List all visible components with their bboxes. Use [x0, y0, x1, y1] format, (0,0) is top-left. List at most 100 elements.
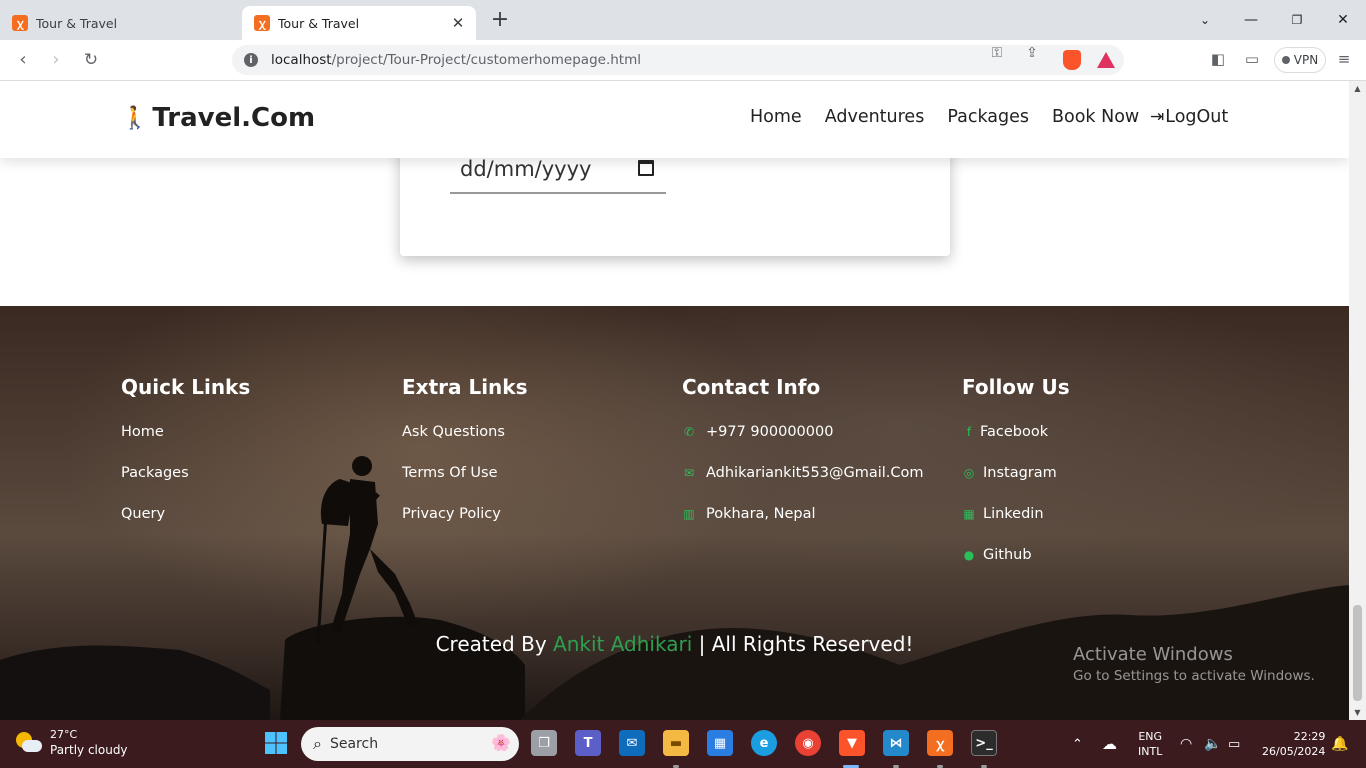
scrollbar-thumb[interactable] [1353, 605, 1362, 701]
scroll-down-icon[interactable]: ▼ [1349, 708, 1366, 717]
wallet-icon[interactable]: ▭ [1242, 50, 1262, 68]
battery-icon[interactable]: ▭ [1228, 720, 1240, 768]
social-github[interactable]: ● Github [962, 547, 1070, 588]
close-window-button[interactable]: ✕ [1331, 8, 1355, 32]
social-github-text: Github [983, 547, 1032, 563]
wifi-icon[interactable]: ◠ [1180, 720, 1192, 768]
onedrive-icon[interactable]: ☁ [1102, 720, 1117, 768]
credit-author[interactable]: Ankit Adhikari [553, 632, 692, 656]
weather-desc: Partly cloudy [50, 743, 128, 757]
vscode-icon[interactable]: ⋈ [883, 730, 909, 756]
social-linkedin[interactable]: ▦ Linkedin [962, 506, 1070, 547]
vpn-button[interactable]: VPN [1274, 47, 1326, 73]
brave-rewards-icon[interactable] [1097, 52, 1115, 68]
weather-widget[interactable]: 27°C Partly cloudy [16, 728, 128, 758]
lang-line-2: INTL [1138, 745, 1163, 758]
task-view-icon[interactable]: ❐ [531, 730, 557, 756]
contact-location[interactable]: ▥ Pokhara, Nepal [682, 506, 924, 547]
social-instagram[interactable]: ◎ Instagram [962, 465, 1070, 506]
footer-link-home[interactable]: Home [121, 424, 250, 465]
browser-tab-1[interactable]: ꭓ Tour & Travel [0, 6, 240, 40]
windows-taskbar: 27°C Partly cloudy ⌕ Search 🌸 ❐ T ✉ ▬ ▦ … [0, 720, 1366, 768]
mail-icon[interactable]: ✉ [619, 730, 645, 756]
xampp-icon: ꭓ [254, 15, 270, 31]
sidebar-toggle-icon[interactable]: ◧ [1208, 50, 1228, 68]
start-button[interactable] [263, 730, 289, 756]
lang-line-1: ENG [1138, 730, 1163, 743]
facebook-icon: f [966, 425, 972, 439]
nav-adventures[interactable]: Adventures [825, 107, 925, 127]
extra-links-column: Extra Links Ask Questions Terms Of Use P… [402, 375, 528, 547]
footer-link-packages[interactable]: Packages [121, 465, 250, 506]
nav-book-now[interactable]: Book Now [1052, 107, 1139, 127]
quick-links-column: Quick Links Home Packages Query [121, 375, 250, 547]
forward-button[interactable]: › [44, 48, 68, 72]
close-tab-icon[interactable]: ✕ [450, 14, 466, 32]
clock[interactable]: 22:29 26/05/2024 [1262, 720, 1325, 768]
contact-location-text: Pokhara, Nepal [706, 506, 816, 522]
language-indicator[interactable]: ENG INTL [1138, 720, 1162, 768]
volume-icon[interactable]: 🔈 [1204, 720, 1221, 768]
page-viewport: dd/mm/yyyy 🚶 Travel.Com Home Adventures … [0, 81, 1349, 720]
watermark-subtitle: Go to Settings to activate Windows. [1073, 668, 1315, 684]
nav-packages[interactable]: Packages [947, 107, 1029, 127]
search-highlight-icon: 🌸 [491, 733, 511, 752]
scroll-up-icon[interactable]: ▲ [1349, 84, 1366, 93]
teams-icon[interactable]: T [575, 730, 601, 756]
activate-windows-watermark: Activate Windows Go to Settings to activ… [1073, 644, 1315, 684]
site-info-icon[interactable]: i [244, 53, 258, 67]
restore-button[interactable]: ❐ [1285, 8, 1309, 32]
terminal-icon[interactable]: >_ [971, 730, 997, 756]
brave-icon[interactable]: ▼ [839, 730, 865, 756]
menu-icon[interactable]: ≡ [1334, 50, 1354, 68]
clock-time: 22:29 [1293, 730, 1326, 743]
social-facebook[interactable]: f Facebook [962, 424, 1070, 465]
brave-shields-icon[interactable] [1063, 50, 1081, 70]
contact-phone[interactable]: ✆ +977 900000000 [682, 424, 924, 465]
logout-link[interactable]: ⇥ LogOut [1150, 107, 1228, 127]
url-path: /project/Tour-Project/customerhomepage.h… [331, 52, 641, 68]
footer-link-ask-questions[interactable]: Ask Questions [402, 424, 528, 465]
extra-links-title: Extra Links [402, 375, 528, 399]
browser-tab-2[interactable]: ꭓ Tour & Travel ✕ [242, 6, 476, 40]
main-nav: Home Adventures Packages Book Now [750, 107, 1162, 127]
footer-link-query[interactable]: Query [121, 506, 250, 547]
browser-toolbar: ‹ › ↻ i localhost/project/Tour-Project/c… [0, 40, 1366, 81]
store-icon[interactable]: ▦ [707, 730, 733, 756]
contact-info-column: Contact Info ✆ +977 900000000 ✉ Adhikari… [682, 375, 924, 547]
follow-us-title: Follow Us [962, 375, 1070, 399]
site-logo[interactable]: 🚶 Travel.Com [121, 103, 315, 133]
key-icon[interactable]: ⚿ [987, 45, 1007, 61]
chrome-icon[interactable]: ◉ [795, 730, 821, 756]
instagram-icon: ◎ [963, 466, 975, 480]
hiker-icon: 🚶 [121, 105, 149, 131]
brand-name: Travel.Com [152, 103, 316, 133]
share-icon[interactable]: ⇪ [1022, 45, 1042, 61]
social-facebook-text: Facebook [980, 424, 1049, 440]
search-icon: ⌕ [313, 734, 322, 753]
new-tab-button[interactable]: + [488, 8, 512, 32]
contact-email[interactable]: ✉ Adhikariankit553@Gmail.Com [682, 465, 924, 506]
footer-link-terms[interactable]: Terms Of Use [402, 465, 528, 506]
chevron-down-icon[interactable]: ⌄ [1193, 8, 1217, 32]
page-scrollbar[interactable]: ▲ ▼ [1349, 81, 1366, 720]
nav-home[interactable]: Home [750, 107, 802, 127]
date-placeholder: dd/mm/yyyy [460, 157, 592, 181]
footer-link-privacy[interactable]: Privacy Policy [402, 506, 528, 547]
calendar-icon[interactable] [638, 160, 654, 176]
notification-bell-icon[interactable]: 🔔 [1331, 720, 1348, 768]
file-explorer-icon[interactable]: ▬ [663, 730, 689, 756]
xampp-icon: ꭓ [12, 15, 28, 31]
windows-logo-icon [265, 732, 287, 754]
back-button[interactable]: ‹ [11, 48, 35, 72]
xampp-taskbar-icon[interactable]: ꭓ [927, 730, 953, 756]
map-icon: ▥ [683, 507, 695, 521]
watermark-title: Activate Windows [1073, 644, 1233, 665]
minimize-button[interactable]: — [1239, 8, 1263, 32]
chevron-up-icon[interactable]: ⌃ [1072, 720, 1083, 768]
taskbar-search[interactable]: ⌕ Search 🌸 [301, 727, 519, 761]
edge-icon[interactable]: e [751, 730, 777, 756]
reload-button[interactable]: ↻ [79, 48, 103, 72]
envelope-icon: ✉ [683, 466, 695, 480]
phone-icon: ✆ [683, 425, 695, 439]
